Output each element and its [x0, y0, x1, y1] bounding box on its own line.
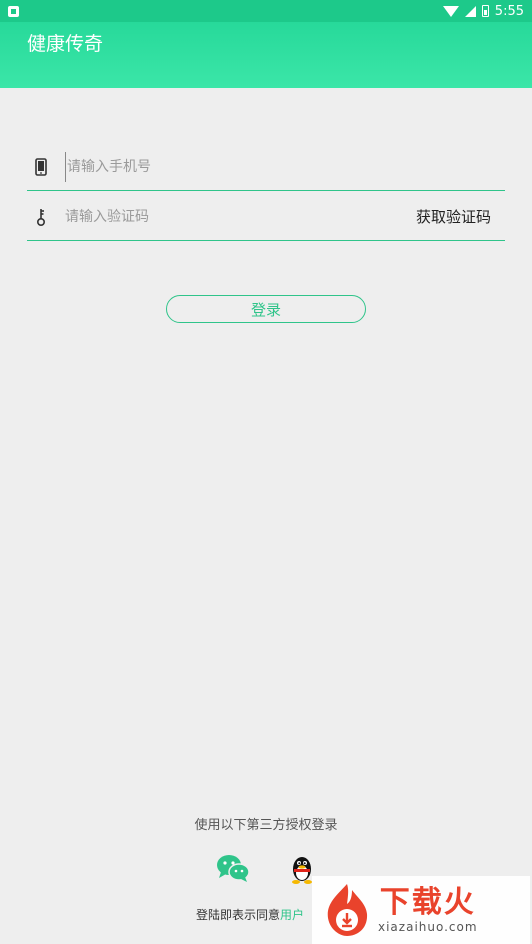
code-input[interactable]: [65, 201, 416, 232]
watermark: 下载火 xiazaihuo.com: [312, 876, 530, 944]
page-title: 健康传奇: [27, 33, 104, 55]
status-left: [8, 5, 19, 17]
battery-icon: [481, 5, 489, 17]
phone-icon: [27, 157, 55, 176]
watermark-subtitle: xiazaihuo.com: [378, 920, 478, 934]
get-code-button[interactable]: 获取验证码: [416, 206, 491, 227]
third-party-label: 使用以下第三方授权登录: [194, 818, 338, 833]
wechat-icon[interactable]: [216, 853, 250, 889]
code-row: 获取验证码: [27, 193, 505, 241]
fire-logo-icon: [322, 882, 372, 938]
phone-input[interactable]: [65, 151, 505, 182]
app-bar: 健康传奇: [0, 22, 532, 88]
watermark-text: 下载火 xiazaihuo.com: [378, 885, 478, 935]
watermark-title: 下载火: [379, 885, 476, 920]
clock: 5:55: [494, 3, 524, 19]
login-button[interactable]: 登录: [166, 295, 366, 323]
user-agreement-link[interactable]: 用户: [280, 908, 304, 922]
phone-row: [27, 143, 505, 191]
agreement-prefix: 登陆即表示同意: [196, 908, 281, 922]
status-bar: 5:55: [0, 0, 532, 22]
agreement-line: 登陆即表示同意用户: [196, 906, 304, 923]
wifi-icon: [442, 5, 459, 17]
status-right: 5:55: [442, 3, 524, 19]
signal-icon: [464, 5, 476, 17]
key-icon: [27, 207, 55, 227]
notification-icon: [8, 5, 19, 17]
